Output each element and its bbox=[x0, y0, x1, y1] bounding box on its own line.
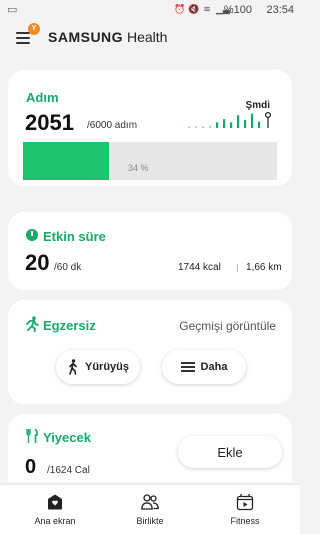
mute-icon: 🔇 bbox=[188, 4, 200, 14]
more-exercises-button[interactable]: Daha bbox=[162, 350, 246, 384]
steps-progress-bar: 34 % bbox=[23, 142, 277, 180]
walking-icon bbox=[69, 359, 77, 375]
hourly-step-bar bbox=[230, 122, 233, 128]
people-icon bbox=[141, 494, 159, 510]
app-header: Y SAMSUNG Health bbox=[0, 20, 300, 58]
status-icons: ⏰ 🔇 ≋ ▁▃ bbox=[174, 4, 230, 14]
app-logo: SAMSUNG Health bbox=[48, 29, 167, 45]
menu-badge: Y bbox=[28, 23, 40, 35]
stat-divider bbox=[237, 264, 238, 272]
hourly-step-bar bbox=[223, 119, 226, 128]
distance-value: 1,66 km bbox=[246, 262, 282, 273]
brand-secondary: Health bbox=[126, 29, 168, 45]
steps-value: 2051 bbox=[25, 110, 74, 135]
walking-button[interactable]: Yürüyüş bbox=[56, 350, 140, 384]
food-title: Yiyecek bbox=[43, 430, 91, 445]
hourly-step-bar bbox=[244, 120, 247, 128]
hamburger-icon-line bbox=[16, 42, 30, 44]
exercise-card: Egzersiz Geçmişi görüntüle Yürüyüş Daha bbox=[8, 300, 292, 404]
active-time-value: 20 bbox=[25, 250, 50, 275]
nav-together-label: Birlikte bbox=[136, 516, 164, 526]
hourly-step-bar bbox=[237, 115, 240, 128]
food-calories-goal: /1624 Cal bbox=[47, 465, 90, 476]
nav-home[interactable]: Ana ekran bbox=[5, 485, 105, 534]
hourly-step-bar bbox=[209, 125, 212, 128]
exercise-title: Egzersiz bbox=[43, 318, 96, 333]
notification-icon: ▭ bbox=[7, 4, 18, 16]
brand-primary: SAMSUNG bbox=[48, 29, 124, 45]
hamburger-icon bbox=[16, 32, 30, 34]
status-clock: 23:54 bbox=[266, 4, 294, 16]
steps-goal: /6000 adım bbox=[87, 120, 138, 131]
food-card[interactable]: Yiyecek 0 /1624 Cal Ekle bbox=[8, 414, 292, 482]
add-food-button[interactable]: Ekle bbox=[178, 436, 282, 468]
calories-value: 1744 kcal bbox=[178, 262, 221, 273]
alarm-icon: ⏰ bbox=[174, 4, 186, 14]
status-bar: ▭ ⏰ 🔇 ≋ ▁▃ %100 23:54 bbox=[0, 0, 300, 20]
list-icon bbox=[180, 362, 195, 372]
nav-fitness[interactable]: Fitness bbox=[195, 485, 295, 534]
now-marker bbox=[264, 111, 271, 119]
hourly-step-bar bbox=[202, 126, 205, 128]
steps-progress-fill bbox=[23, 142, 110, 180]
fitness-icon bbox=[236, 494, 254, 511]
food-calories-value: 0 bbox=[25, 456, 37, 478]
wifi-icon: ≋ bbox=[203, 4, 211, 14]
bottom-navigation: Ana ekran Birlikte Fitness bbox=[0, 484, 300, 534]
active-time-card[interactable]: Etkin süre 20 /60 dk 1744 kcal 1,66 km bbox=[8, 212, 292, 290]
nav-fitness-label: Fitness bbox=[230, 516, 260, 526]
active-time-unit: /60 dk bbox=[54, 262, 82, 273]
hourly-step-bar bbox=[258, 121, 261, 128]
home-icon bbox=[48, 494, 62, 510]
hourly-step-bar bbox=[195, 126, 198, 128]
hamburger-icon-line bbox=[16, 37, 30, 39]
nav-together[interactable]: Birlikte bbox=[100, 485, 200, 534]
hourly-step-bar bbox=[251, 113, 254, 128]
battery-percent: %100 bbox=[223, 4, 252, 16]
more-label: Daha bbox=[200, 361, 228, 373]
steps-progress-text: 34 % bbox=[128, 163, 149, 173]
nav-home-label: Ana ekran bbox=[34, 516, 76, 526]
steps-card[interactable]: Adım 2051 /6000 adım Şmdi 34 % bbox=[8, 70, 292, 186]
hourly-step-bar bbox=[188, 126, 191, 128]
view-history-link[interactable]: Geçmişi görüntüle bbox=[179, 319, 276, 333]
hourly-step-bar bbox=[216, 122, 219, 128]
steps-title: Adım bbox=[26, 90, 59, 105]
walking-label: Yürüyüş bbox=[84, 361, 129, 373]
hourly-steps-chart bbox=[188, 111, 271, 128]
active-time-title: Etkin süre bbox=[43, 229, 106, 244]
